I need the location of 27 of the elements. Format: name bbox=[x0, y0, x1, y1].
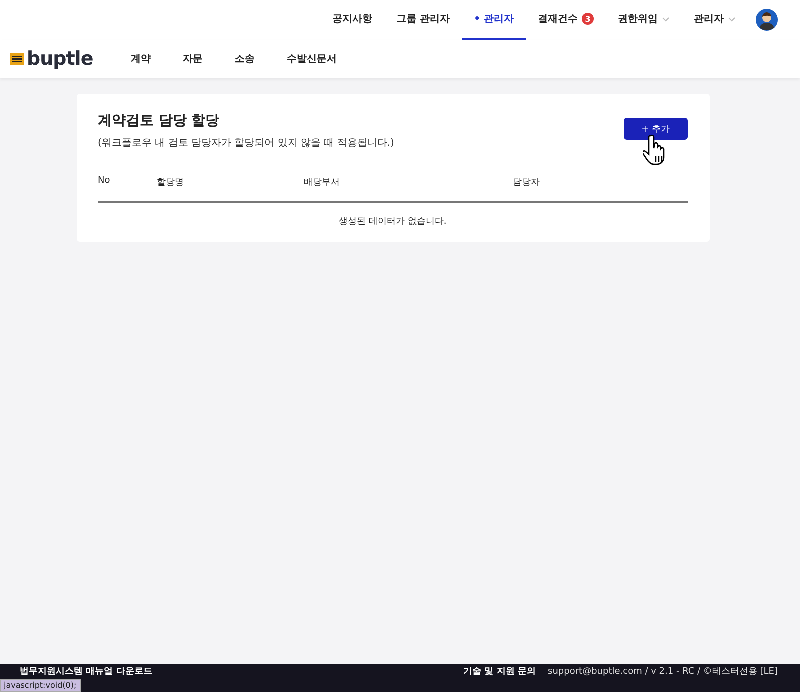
card-title: 계약검토 담당 할당 bbox=[98, 112, 221, 130]
column-header: 담당자 bbox=[513, 177, 541, 189]
status-url: javascript:void(0); bbox=[0, 679, 81, 692]
footer-info: support@buptle.com / v 2.1 - RC / ©테스터전용 [LE] bbox=[548, 667, 778, 678]
support-label: 기술 및 지원 문의 bbox=[464, 667, 536, 678]
count-badge: 3 bbox=[582, 13, 594, 25]
column-header: 할당명 bbox=[157, 177, 185, 189]
logo-icon bbox=[10, 53, 24, 65]
column-header: No bbox=[98, 176, 112, 188]
nav-tab[interactable]: 결재건수 3 bbox=[526, 0, 606, 40]
nav-tab[interactable]: 관리자 bbox=[682, 0, 748, 40]
column-header: 배당부서 bbox=[304, 177, 341, 189]
nav-tab[interactable]: 그룹 관리자 bbox=[384, 0, 462, 40]
menu-item[interactable]: 소송 bbox=[235, 52, 256, 66]
card-subtitle: (워크플로우 내 검토 담당자가 할당되어 있지 않을 때 적용됩니다.) bbox=[98, 137, 394, 150]
manual-download-link[interactable]: 법무지원시스템 매뉴얼 다운로드 bbox=[20, 667, 152, 678]
nav-tab[interactable]: 공지사항 bbox=[320, 0, 385, 40]
menu-item[interactable]: 계약 bbox=[131, 52, 152, 66]
caret-icon bbox=[728, 16, 736, 22]
menu-item[interactable]: 자문 bbox=[183, 52, 204, 66]
empty-message: 생성된 데이터가 없습니다. bbox=[338, 216, 448, 229]
nav-tab[interactable]: 권한위임 bbox=[606, 0, 682, 40]
add-button[interactable]: + 추가 bbox=[624, 118, 688, 140]
logo-text: buptle bbox=[27, 48, 94, 70]
avatar-icon[interactable] bbox=[756, 9, 778, 31]
menu-item[interactable]: 수발신문서 bbox=[287, 52, 338, 66]
caret-icon bbox=[662, 16, 670, 22]
